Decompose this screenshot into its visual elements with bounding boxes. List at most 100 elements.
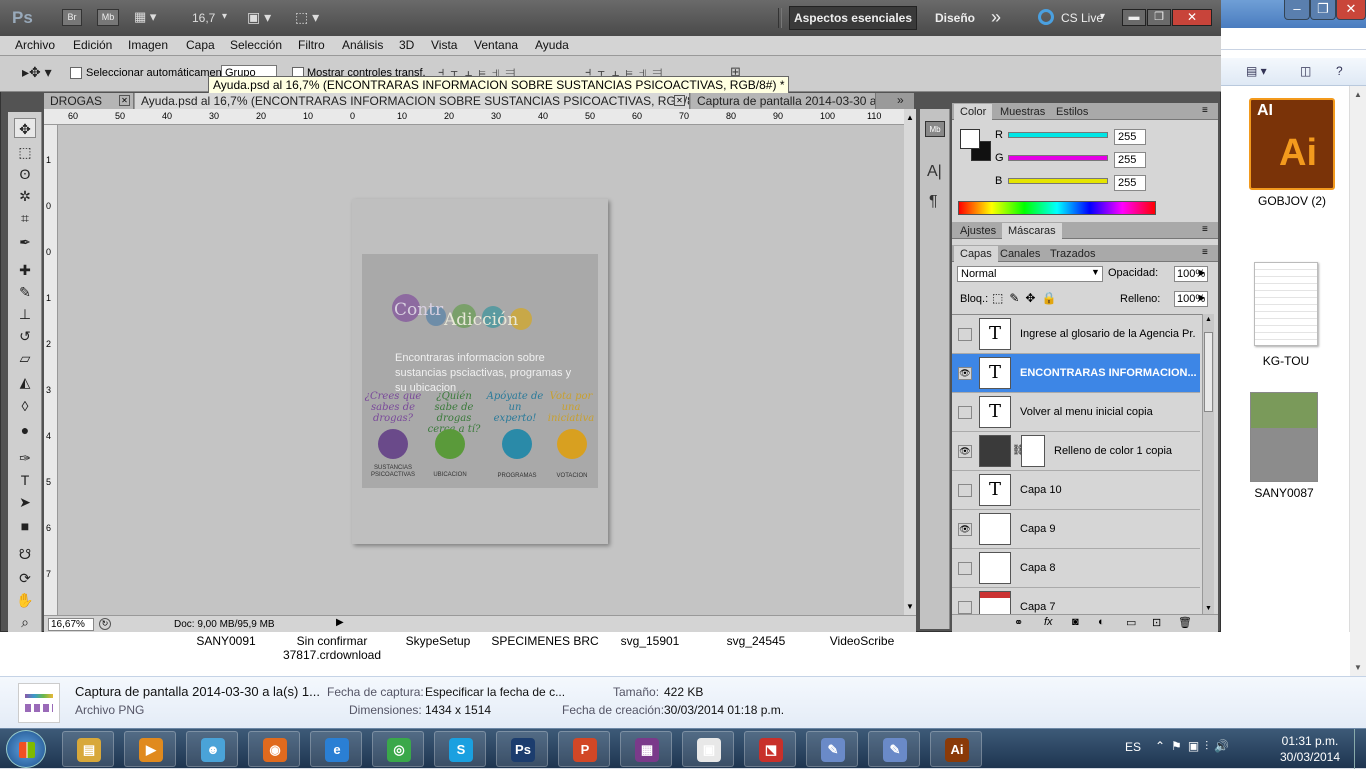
file-item[interactable]: VideoScribe [807, 634, 917, 648]
menu-archivo[interactable]: Archivo [15, 38, 55, 52]
eye-icon[interactable]: 👁 [958, 445, 972, 458]
layer-style-icon[interactable]: fx [1044, 616, 1053, 628]
link-layers-icon[interactable]: ⚭ [1014, 616, 1023, 629]
type-tool-icon[interactable]: T [14, 470, 36, 490]
taskbar-app-button[interactable]: Ps [496, 731, 548, 767]
taskbar-app-button[interactable]: ▤ [62, 731, 114, 767]
pen-tool-icon[interactable]: ✑ [14, 448, 36, 468]
show-desktop-button[interactable] [1354, 729, 1366, 769]
3d-orbit-tool-icon[interactable]: ⟳ [14, 568, 36, 588]
marquee-tool-icon[interactable]: ⬚ [14, 142, 36, 162]
blur-tool-icon[interactable]: ◊ [14, 396, 36, 416]
mini-bridge-panel-icon[interactable]: Mb [925, 121, 945, 137]
tab-adjustments[interactable]: Ajustes [954, 223, 1002, 239]
zoom-field[interactable]: 16,67% [48, 618, 94, 631]
canvas-vertical-scrollbar[interactable]: ▲ ▼ [904, 109, 916, 615]
restore-icon[interactable]: ❐ [1147, 9, 1171, 26]
new-layer-icon[interactable]: ⊡ [1152, 616, 1161, 629]
bridge-button[interactable]: Br [62, 9, 82, 26]
character-panel-icon[interactable]: A| [927, 163, 942, 181]
rectangle-tool-icon[interactable]: ■ [14, 516, 36, 536]
visibility-toggle[interactable] [958, 328, 972, 341]
visibility-toggle[interactable] [958, 406, 972, 419]
scroll-down-icon[interactable]: ▼ [906, 602, 914, 611]
add-mask-icon[interactable]: ◙ [1072, 616, 1079, 628]
scroll-down-icon[interactable]: ▼ [1205, 605, 1212, 612]
eyedropper-tool-icon[interactable]: ✒ [14, 232, 36, 252]
clone-stamp-tool-icon[interactable]: ⊥ [14, 304, 36, 324]
brush-tool-icon[interactable]: ✎ [14, 282, 36, 302]
minimize-icon[interactable]: ▬ [1122, 9, 1146, 26]
screen-mode-icon[interactable]: ⬚ ▾ [295, 9, 319, 26]
system-tray-icons[interactable]: ⌃⚑▣⫶🔊 [1155, 739, 1235, 754]
chevron-down-icon[interactable]: ▾ [222, 11, 227, 22]
menu-edicion[interactable]: Edición [73, 38, 112, 52]
file-item[interactable]: svg_15901 [595, 634, 705, 648]
taskbar-app-button[interactable]: ▦ [620, 731, 672, 767]
magic-wand-tool-icon[interactable]: ✲ [14, 186, 36, 206]
tab-masks[interactable]: Máscaras [1002, 223, 1062, 239]
taskbar-app-button[interactable]: ▶ [124, 731, 176, 767]
hand-tool-icon[interactable]: ✋ [14, 590, 36, 610]
taskbar-app-button[interactable]: ✎ [806, 731, 858, 767]
taskbar-app-button[interactable]: e [310, 731, 362, 767]
language-indicator[interactable]: ES [1125, 740, 1141, 754]
eraser-tool-icon[interactable]: ▱ [14, 348, 36, 368]
adjustment-layer-icon[interactable]: ◐ [1098, 616, 1105, 628]
layer-row[interactable]: Capa 7 [952, 588, 1200, 614]
layer-row[interactable]: T Capa 10 [952, 471, 1200, 510]
layer-row[interactable]: 👁 ⛓ Relleno de color 1 copia [952, 432, 1200, 471]
visibility-toggle[interactable] [958, 562, 972, 575]
visibility-toggle[interactable] [958, 601, 972, 614]
minimize-icon[interactable]: – [1284, 0, 1310, 20]
new-group-icon[interactable]: ▭ [1126, 616, 1136, 629]
close-icon[interactable]: ✕ [1336, 0, 1366, 20]
arrange-documents-icon[interactable]: ▣ ▾ [247, 9, 271, 26]
channel-r-value[interactable]: 255 [1114, 129, 1146, 145]
file-item[interactable]: Sin confirmar 37817.crdownload [277, 634, 387, 662]
lasso-tool-icon[interactable]: ʘ [14, 164, 36, 184]
tab-swatches[interactable]: Muestras [994, 104, 1051, 120]
blend-mode-select[interactable]: Normal [957, 266, 1103, 282]
explorer-address-bar[interactable] [1220, 28, 1366, 50]
path-selection-tool-icon[interactable]: ➤ [14, 492, 36, 512]
color-spectrum-bar[interactable] [958, 201, 1156, 215]
status-info-icon[interactable]: ↻ [99, 618, 111, 630]
panel-menu-icon[interactable]: ≡ [1202, 105, 1208, 116]
paragraph-panel-icon[interactable]: ¶ [929, 193, 938, 211]
maximize-icon[interactable]: ❐ [1310, 0, 1336, 20]
help-icon[interactable]: ? [1336, 64, 1343, 78]
menu-vista[interactable]: Vista [431, 38, 457, 52]
detail-capture-value[interactable]: Especificar la fecha de c... [425, 685, 565, 699]
layer-row-selected[interactable]: 👁 T ENCONTRARAS INFORMACION... [952, 354, 1200, 393]
move-tool-preset-icon[interactable]: ▸✥ ▾ [22, 64, 52, 81]
taskbar-app-button[interactable]: ◎ [372, 731, 424, 767]
menu-3d[interactable]: 3D [399, 38, 414, 52]
close-tab-icon[interactable]: ✕ [674, 95, 685, 106]
crop-tool-icon[interactable]: ⌗ [14, 208, 36, 228]
mini-bridge-button[interactable]: Mb [97, 9, 119, 26]
desktop-icon-kg-tou[interactable]: KG-TOU [1236, 262, 1336, 368]
workspace-design-button[interactable]: Diseño [935, 11, 975, 25]
taskbar-app-button[interactable]: P [558, 731, 610, 767]
desktop-icon-gobjov[interactable]: AI Ai GOBJOV (2) [1242, 98, 1342, 208]
taskbar-app-button[interactable]: ⬔ [744, 731, 796, 767]
tab-ayuda[interactable]: Ayuda.psd al 16,7% (ENCONTRARAS INFORMAC… [135, 93, 690, 109]
status-menu-arrow-icon[interactable]: ▶ [336, 617, 344, 628]
close-icon[interactable]: ✕ [1172, 9, 1212, 26]
preview-pane-icon[interactable]: ◫ [1300, 64, 1311, 78]
taskbar-app-button[interactable]: S [434, 731, 486, 767]
more-workspaces-icon[interactable]: » [991, 7, 1001, 28]
tab-color[interactable]: Color [954, 104, 993, 120]
layer-row[interactable]: T Volver al menu inicial copia [952, 393, 1200, 432]
delete-layer-icon[interactable]: 🗑 [1178, 616, 1192, 629]
tab-channels[interactable]: Canales [994, 246, 1046, 262]
channel-r-slider[interactable] [1008, 132, 1108, 138]
taskbar-app-button[interactable]: ◉ [248, 731, 300, 767]
foreground-color-swatch[interactable] [960, 129, 980, 149]
scroll-thumb[interactable] [1204, 332, 1213, 412]
panel-menu-icon[interactable]: ≡ [1202, 224, 1208, 235]
3d-rotate-tool-icon[interactable]: ☋ [14, 544, 36, 564]
workspace-essentials-button[interactable]: Aspectos esenciales [789, 6, 917, 30]
file-item[interactable]: svg_24545 [701, 634, 811, 648]
